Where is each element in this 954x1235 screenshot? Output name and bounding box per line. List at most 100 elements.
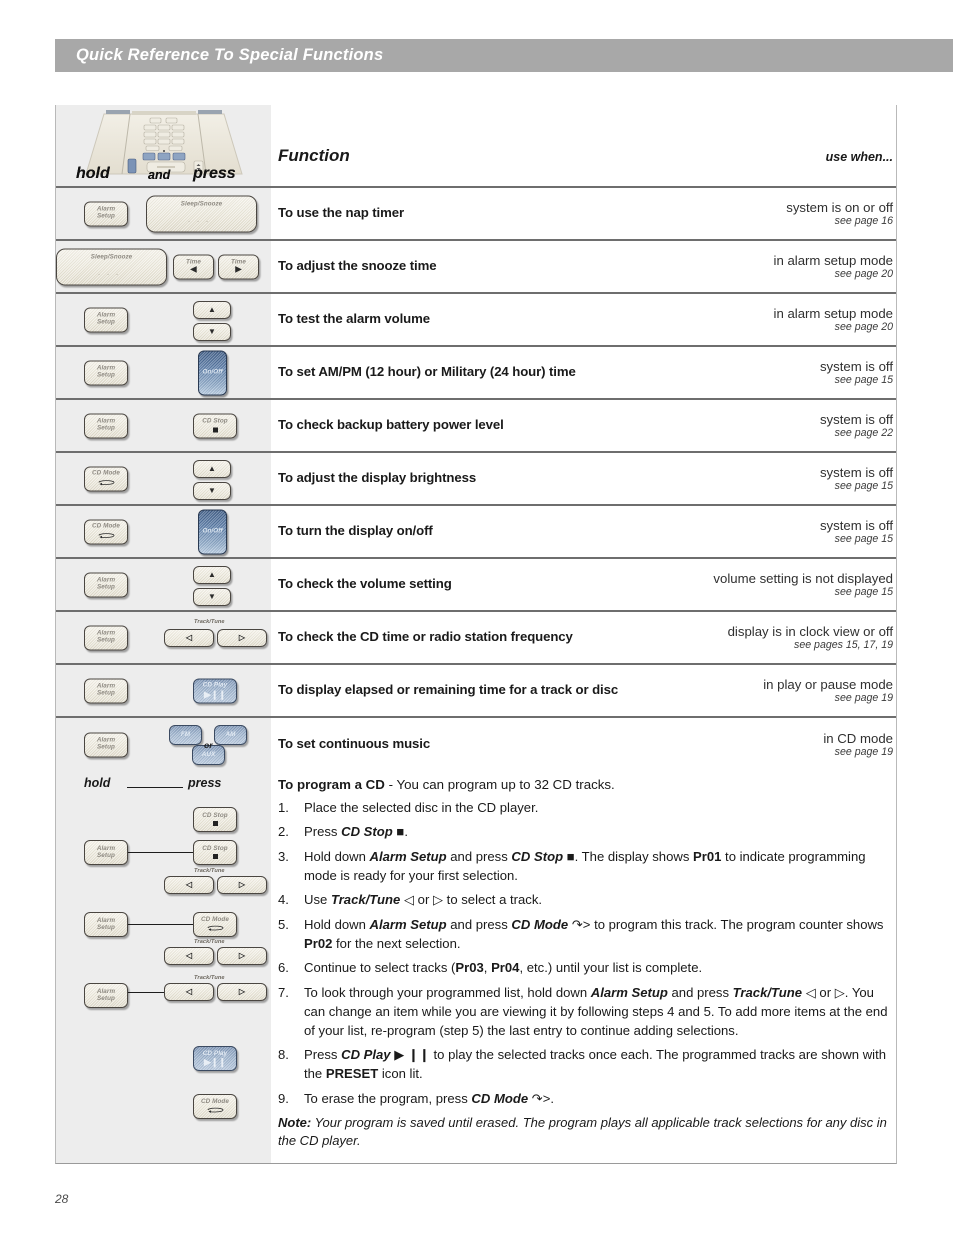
program-title-bold: To program a CD: [278, 777, 385, 792]
hold-key-10[interactable]: Alarm Setup: [84, 732, 128, 757]
press-key-up-7[interactable]: ▲: [193, 566, 231, 584]
press-key-6[interactable]: On/Off: [198, 509, 227, 554]
press-key-0[interactable]: Sleep/Snooze ···: [146, 195, 257, 232]
function-text: To check the volume setting: [278, 576, 452, 592]
key-label: FM: [180, 730, 191, 738]
program-key-track-right-6[interactable]: ▷: [217, 947, 267, 965]
press-column-label: press: [193, 165, 236, 182]
hold-key-7[interactable]: Alarm Setup: [84, 572, 128, 597]
program-key-track-right-3[interactable]: ▷: [217, 876, 267, 894]
press-key-down-5[interactable]: ▼: [193, 482, 231, 500]
table-header-row: hold and press Function use when...: [56, 105, 896, 188]
see-page-reference[interactable]: see page 19: [823, 746, 893, 759]
see-page-reference[interactable]: see page 20: [774, 321, 893, 334]
program-key-cdstop-0[interactable]: CD Stop: [193, 807, 237, 832]
hold-key-2[interactable]: Alarm Setup: [84, 307, 128, 332]
program-key-track-left-8[interactable]: ◁: [164, 983, 214, 1001]
see-page-reference[interactable]: see page 16: [786, 215, 893, 228]
see-page-reference[interactable]: see page 15: [820, 533, 893, 546]
program-step: 1. Place the selected disc in the CD play…: [278, 799, 888, 818]
hold-key-5[interactable]: CD Mode: [84, 466, 128, 491]
program-step: 9. To erase the program, press CD Mode ↷>…: [278, 1090, 888, 1109]
table-row: Alarm Setup CD Play ▶❙❙ To display elapsed o…: [56, 665, 896, 718]
table-row: Alarm Setup On/Off To set AM/PM (12 hour) o…: [56, 347, 896, 400]
press-key-up-2[interactable]: ▲: [193, 301, 231, 319]
press-key-track-right-8[interactable]: ▷: [217, 629, 267, 647]
hold-key-3[interactable]: Alarm Setup: [84, 360, 128, 385]
function-text: To check backup battery power level: [278, 417, 504, 433]
program-step: 8. Press CD Play ▶ ❙❙ to play the selecte…: [278, 1047, 886, 1082]
and-column-label: and: [148, 168, 171, 182]
stop-square-icon: [212, 854, 218, 860]
row-keys-cell: Alarm Setup On/Off: [56, 347, 271, 398]
press-key-4[interactable]: CD Stop: [193, 413, 237, 438]
press-key-3[interactable]: On/Off: [198, 350, 227, 395]
program-key-track-right-8[interactable]: ▷: [217, 983, 267, 1001]
see-page-reference[interactable]: see page 15: [713, 586, 893, 599]
track-tune-label: Track/Tune: [194, 939, 225, 945]
program-key-cdmode-10[interactable]: CD Mode: [193, 1094, 237, 1119]
use-when-text: system is off: [819, 464, 893, 480]
press-key-time-left-1[interactable]: Time ◀: [173, 254, 214, 279]
key-label: CD Play: [202, 1049, 228, 1057]
quick-reference-table: hold and press Function use when... Alar…: [55, 105, 897, 1164]
press-key-up-5[interactable]: ▲: [193, 460, 231, 478]
use-when-cell: in alarm setup mode see page 20: [774, 252, 893, 280]
press-key-9[interactable]: CD Play ▶❙❙: [193, 678, 237, 703]
cd-mode-loop-icon: [98, 480, 114, 486]
down-arrow-icon: ▼: [208, 486, 216, 495]
row-keys-cell: Alarm Setup CD Play ▶❙❙: [56, 665, 271, 716]
hold-key-4[interactable]: Alarm Setup: [84, 413, 128, 438]
use-when-cell: in alarm setup mode see page 20: [774, 305, 893, 333]
press-key-down-2[interactable]: ▼: [193, 323, 231, 341]
press-key-time-right-1[interactable]: Time ▶: [218, 254, 259, 279]
use-when-text: display is in clock view or off: [727, 623, 893, 639]
step-number: 8.: [278, 1047, 289, 1063]
key-label: Alarm Setup: [96, 987, 116, 1002]
hold-key-6[interactable]: CD Mode: [84, 519, 128, 544]
see-page-reference[interactable]: see page 15: [820, 374, 893, 387]
page-title: Quick Reference To Special Functions: [76, 46, 384, 64]
see-page-reference[interactable]: see pages 15, 17, 19: [728, 639, 893, 652]
up-arrow-icon: ▲: [208, 464, 216, 473]
program-key-small-4[interactable]: Alarm Setup: [84, 912, 128, 937]
press-key-am-10[interactable]: AM: [214, 725, 247, 745]
row-function-cell: To adjust the display brightness system i…: [271, 453, 896, 504]
press-key-track-left-8[interactable]: ◁: [164, 629, 214, 647]
see-page-reference[interactable]: see page 20: [774, 268, 893, 281]
press-key-down-7[interactable]: ▼: [193, 588, 231, 606]
program-key-small-7[interactable]: Alarm Setup: [84, 983, 128, 1008]
row-keys-cell: CD Mode On/Off: [56, 506, 271, 557]
press-key-fm-10[interactable]: FM: [169, 725, 202, 745]
see-page-reference[interactable]: see page 19: [763, 692, 893, 705]
track-left-icon: ◁: [185, 633, 193, 642]
row-function-cell: To check the CD time or radio station fr…: [271, 612, 896, 663]
program-key-small-1[interactable]: Alarm Setup: [84, 840, 128, 865]
hold-key-0[interactable]: Alarm Setup: [84, 201, 128, 226]
hold-key-1[interactable]: Sleep/Snooze ···: [56, 248, 167, 285]
right-arrow-icon: ▶: [235, 264, 242, 274]
step-number: 9.: [278, 1090, 289, 1106]
hold-key-8[interactable]: Alarm Setup: [84, 625, 128, 650]
row-function-cell: To test the alarm volume in alarm setup m…: [271, 294, 896, 345]
program-title-rest: - You can program up to 32 CD tracks.: [384, 777, 615, 792]
see-page-reference[interactable]: see page 22: [820, 427, 893, 440]
key-label: CD Mode: [201, 1097, 229, 1105]
program-key-cdplay-9[interactable]: CD Play ▶❙❙: [193, 1046, 237, 1071]
use-when-cell: in CD mode see page 19: [823, 730, 893, 758]
program-key-track-left-6[interactable]: ◁: [164, 947, 214, 965]
hold-key-9[interactable]: Alarm Setup: [84, 678, 128, 703]
program-step: 7. To look through your programmed list, …: [278, 984, 888, 1038]
use-when-cell: display is in clock view or off see pages…: [728, 623, 893, 651]
key-label: CD Mode: [92, 522, 120, 530]
program-key-track-left-3[interactable]: ◁: [164, 876, 214, 894]
key-label: CD Stop: [202, 844, 228, 852]
key-label: Alarm Setup: [96, 916, 116, 931]
row-keys-cell: CD Mode ▲ ▼: [56, 453, 271, 504]
table-body: Alarm Setup Sleep/Snooze ··· To use the nap …: [56, 188, 896, 771]
hold-press-connector: [128, 852, 193, 854]
see-page-reference[interactable]: see page 15: [820, 480, 893, 493]
program-key-cdstop-2[interactable]: CD Stop: [193, 840, 237, 865]
program-key-cdmode-5[interactable]: CD Mode: [193, 912, 237, 937]
use-when-text: in play or pause mode: [763, 676, 893, 692]
